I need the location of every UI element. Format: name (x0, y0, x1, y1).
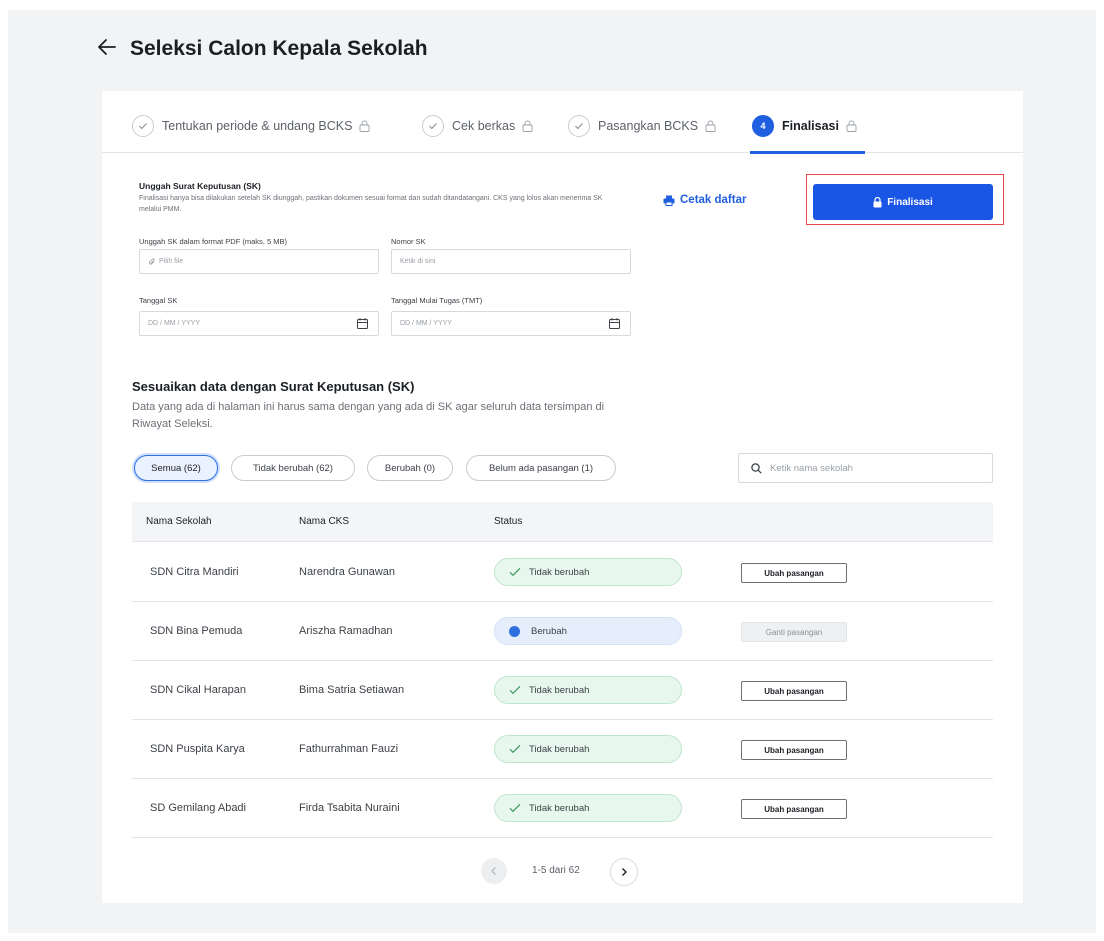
printer-icon (663, 195, 675, 206)
status-text: Tidak berubah (529, 802, 590, 814)
cks-name: Bima Satria Setiawan (299, 684, 405, 696)
file-upload-placeholder: Pilih file (159, 258, 184, 265)
table-row: SDN Citra Mandiri Narendra Gunawan Tidak… (132, 543, 993, 602)
file-upload-input[interactable]: Pilih file (139, 249, 379, 274)
lock-icon (359, 120, 370, 132)
table-row: SDN Cikal Harapan Bima Satria Setiawan T… (132, 661, 993, 720)
filter-chip-tidak-berubah[interactable]: Tidak berubah (62) (231, 455, 355, 481)
pagination-label: 1-5 dari 62 (532, 865, 580, 876)
step-label: Tentukan periode & undang BCKS (162, 119, 353, 133)
school-name: SDN Bina Pemuda (150, 625, 243, 637)
table-header: Nama Sekolah Nama CKS Status (132, 502, 993, 542)
school-name: SDN Puspita Karya (150, 743, 245, 755)
step-finalisasi[interactable]: 4 Finalisasi (752, 113, 857, 139)
table-row: SDN Puspita Karya Fathurrahman Fauzi Tid… (132, 720, 993, 779)
check-icon (509, 744, 521, 754)
column-header-cks: Nama CKS (299, 516, 350, 527)
active-step-indicator (750, 151, 865, 154)
pagination-next-button[interactable] (610, 858, 638, 886)
step-label: Pasangkan BCKS (598, 119, 699, 133)
page-title: Seleksi Calon Kepala Sekolah (130, 37, 428, 60)
stepper: Tentukan periode & undang BCKS Cek berka… (102, 91, 1023, 154)
step-pasangkan-bcks[interactable]: Pasangkan BCKS (568, 113, 716, 139)
step-number: 4 (752, 115, 774, 137)
status-badge: Tidak berubah (494, 794, 682, 822)
school-search-input[interactable]: Ketik nama sekolah (738, 453, 993, 483)
sk-number-placeholder: Ketik di sini (400, 258, 436, 265)
column-header-status: Status (494, 516, 523, 527)
pagination-prev-button[interactable] (481, 858, 507, 884)
sk-date-label: Tanggal SK (139, 296, 178, 305)
search-placeholder: Ketik nama sekolah (770, 462, 853, 474)
status-text: Tidak berubah (529, 684, 590, 696)
school-name: SDN Citra Mandiri (150, 566, 239, 578)
change-pair-button[interactable]: Ubah pasangan (741, 563, 847, 583)
step-done-check-icon (132, 115, 154, 137)
calendar-icon[interactable] (609, 318, 620, 329)
status-badge: Berubah (494, 617, 682, 645)
paperclip-icon (148, 257, 155, 265)
calendar-icon[interactable] (357, 318, 368, 329)
tmt-date-placeholder: DD / MM / YYYY (400, 320, 452, 327)
change-pair-button[interactable]: Ubah pasangan (741, 681, 847, 701)
step-done-check-icon (568, 115, 590, 137)
step-label: Cek berkas (452, 119, 516, 133)
step-done-check-icon (422, 115, 444, 137)
status-text: Tidak berubah (529, 743, 590, 755)
step-cek-berkas[interactable]: Cek berkas (422, 113, 533, 139)
cks-name: Ariszha Ramadhan (299, 625, 393, 637)
change-pair-button[interactable]: Ubah pasangan (741, 799, 847, 819)
status-badge: Tidak berubah (494, 735, 682, 763)
check-icon (509, 803, 521, 813)
upload-section-description: Finalisasi hanya bisa dilakukan setelah … (139, 195, 603, 213)
sk-number-label: Nomor SK (391, 237, 426, 246)
cks-name: Firda Tsabita Nuraini (299, 802, 400, 814)
sk-number-input[interactable]: Ketik di sini (391, 249, 631, 274)
sk-date-input[interactable]: DD / MM / YYYY (139, 311, 379, 336)
status-badge: Tidak berubah (494, 558, 682, 586)
chevron-left-icon (491, 867, 496, 875)
filter-chip-semua[interactable]: Semua (62) (134, 455, 218, 481)
school-name: SDN Cikal Harapan (150, 684, 246, 696)
sk-date-placeholder: DD / MM / YYYY (148, 320, 200, 327)
change-pair-button[interactable]: Ubah pasangan (741, 740, 847, 760)
chevron-right-icon (622, 868, 627, 876)
status-text: Tidak berubah (529, 566, 590, 578)
cks-name: Narendra Gunawan (299, 566, 396, 578)
school-name: SD Gemilang Abadi (150, 802, 246, 814)
tmt-date-label: Tanggal Mulai Tugas (TMT) (391, 296, 483, 305)
table-row: SD Gemilang Abadi Firda Tsabita Nuraini … (132, 779, 993, 838)
table-row: SDN Bina Pemuda Ariszha Ramadhan Berubah… (132, 602, 993, 661)
replace-pair-button: Ganti pasangan (741, 622, 847, 642)
column-header-school: Nama Sekolah (146, 516, 212, 527)
filter-chip-berubah[interactable]: Berubah (0) (367, 455, 453, 481)
print-list-link[interactable]: Cetak daftar (663, 194, 746, 206)
tmt-date-input[interactable]: DD / MM / YYYY (391, 311, 631, 336)
status-badge: Tidak berubah (494, 676, 682, 704)
page-background: Seleksi Calon Kepala Sekolah Tentukan pe… (8, 10, 1096, 933)
search-icon (751, 462, 762, 474)
step-label: Finalisasi (782, 119, 839, 133)
sync-section-description: Data yang ada di halaman ini harus sama … (132, 401, 605, 430)
lock-icon (522, 120, 533, 132)
check-icon (509, 567, 521, 577)
status-dot-icon (509, 625, 520, 637)
step-tentukan-periode[interactable]: Tentukan periode & undang BCKS (132, 113, 370, 139)
lock-icon (873, 196, 882, 207)
print-list-label: Cetak daftar (680, 194, 747, 206)
sync-section-title: Sesuaikan data dengan Surat Keputusan (S… (132, 379, 415, 394)
finalize-button[interactable]: Finalisasi (813, 184, 993, 220)
finalize-button-label: Finalisasi (887, 196, 933, 208)
lock-icon (705, 120, 716, 132)
check-icon (509, 685, 521, 695)
upload-section-title: Unggah Surat Keputusan (SK) (139, 181, 261, 191)
file-upload-label: Unggah SK dalam format PDF (maks. 5 MB) (139, 237, 287, 246)
filter-chip-belum-ada-pasangan[interactable]: Belum ada pasangan (1) (466, 455, 616, 481)
lock-icon (846, 120, 857, 132)
cks-name: Fathurrahman Fauzi (299, 743, 399, 755)
back-arrow-icon[interactable] (96, 36, 118, 58)
status-text: Berubah (531, 625, 567, 637)
main-card: Tentukan periode & undang BCKS Cek berka… (102, 91, 1023, 903)
